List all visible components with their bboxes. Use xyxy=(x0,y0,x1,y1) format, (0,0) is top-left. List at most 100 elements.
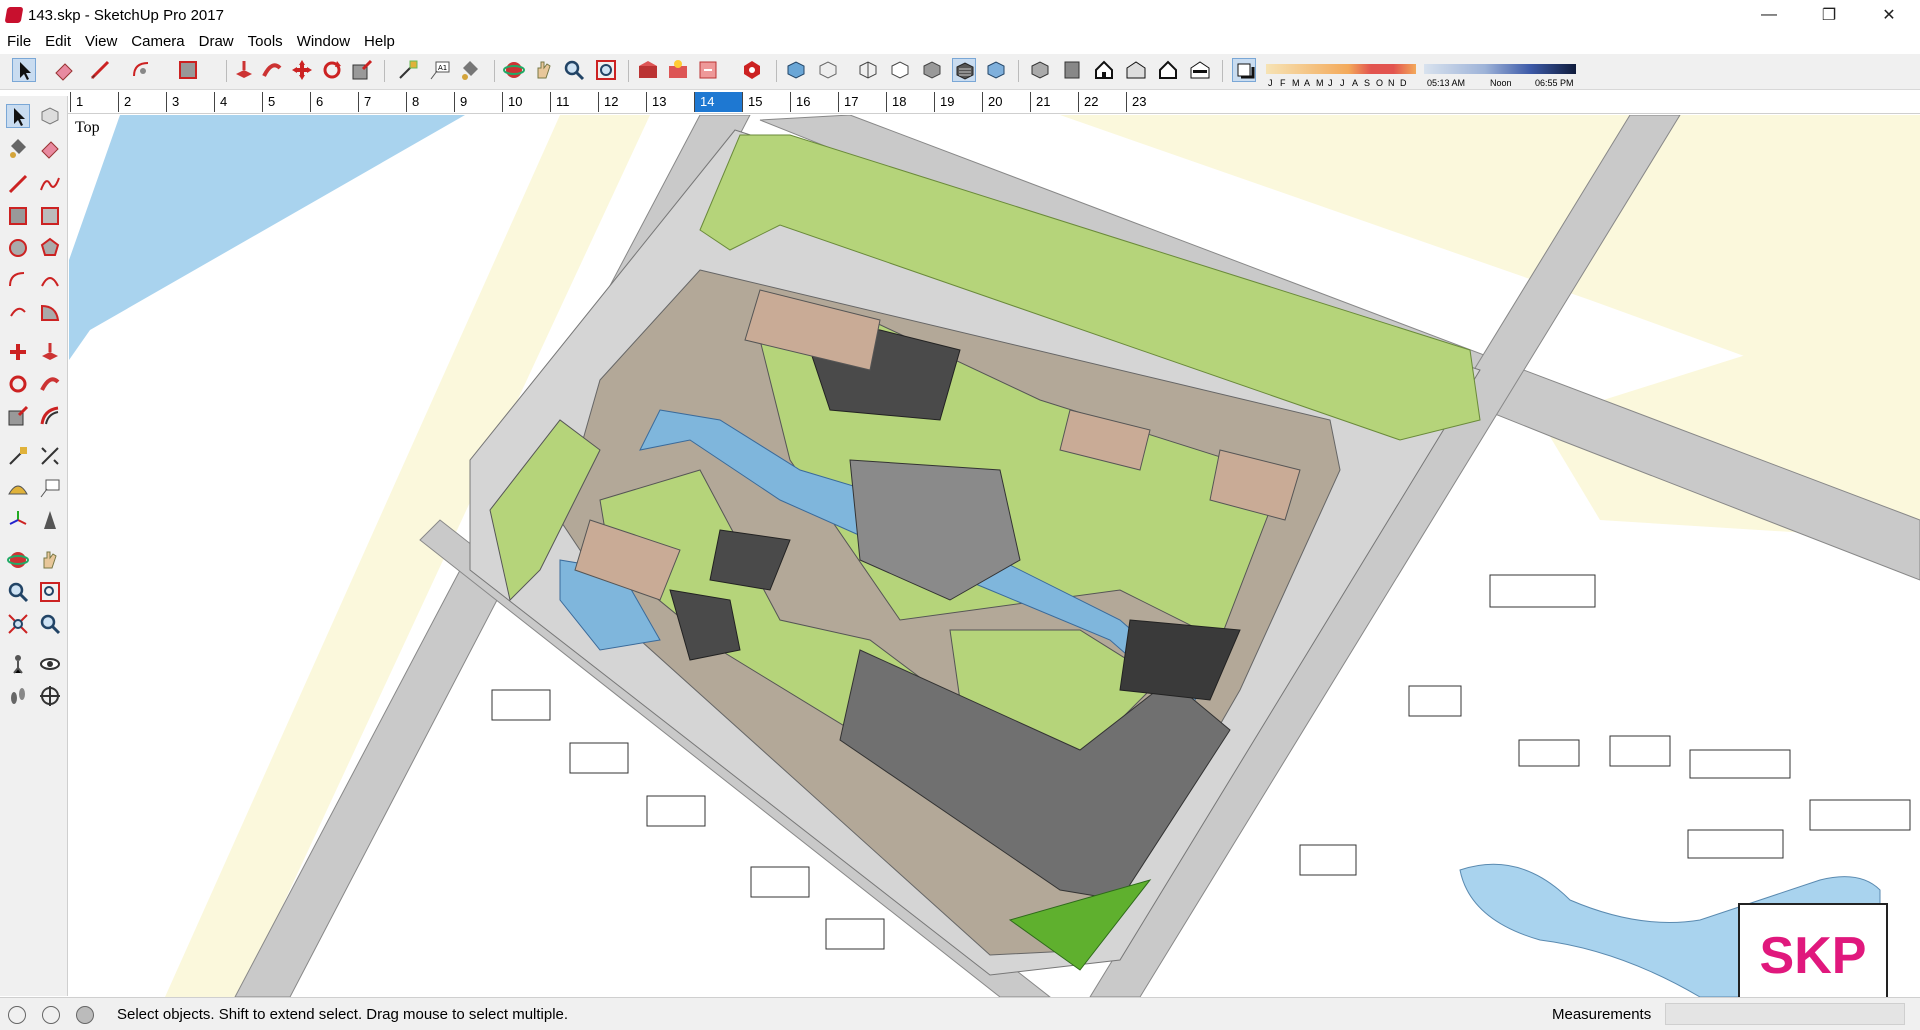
line-tool-icon[interactable] xyxy=(88,58,112,82)
rectangle-tool-icon[interactable] xyxy=(176,58,200,82)
scale-tool-icon[interactable] xyxy=(350,58,374,82)
rotate-tool-icon[interactable] xyxy=(320,58,344,82)
eraser-tool-icon[interactable] xyxy=(52,58,76,82)
shaded-style-icon[interactable] xyxy=(920,58,944,82)
zoom-tool-icon[interactable] xyxy=(562,58,586,82)
dimension-tool-icon[interactable] xyxy=(38,444,62,468)
two-point-arc-tool-icon[interactable] xyxy=(38,268,62,292)
pan-tool-icon[interactable] xyxy=(38,548,62,572)
circle-tool-icon[interactable] xyxy=(6,236,30,260)
scene-tab-15[interactable]: 15 xyxy=(742,92,790,112)
iso-view-icon[interactable] xyxy=(1028,58,1052,82)
model-viewport[interactable]: Top xyxy=(69,115,1920,997)
scene-tab-22[interactable]: 22 xyxy=(1078,92,1126,112)
offset-tool-icon[interactable] xyxy=(38,404,62,428)
move-tool-icon[interactable] xyxy=(6,340,30,364)
menu-view[interactable]: View xyxy=(78,30,124,54)
scene-tab-20[interactable]: 20 xyxy=(982,92,1030,112)
paint-bucket-tool-icon[interactable] xyxy=(6,136,30,160)
zoom-extents-tool-icon[interactable] xyxy=(6,612,30,636)
maximize-button[interactable]: ❐ xyxy=(1806,0,1852,30)
rotate-tool-icon[interactable] xyxy=(6,372,30,396)
push-pull-tool-icon[interactable] xyxy=(38,340,62,364)
scene-tab-11[interactable]: 11 xyxy=(550,92,598,112)
hidden-line-style-icon[interactable] xyxy=(888,58,912,82)
rotated-rectangle-tool-icon[interactable] xyxy=(38,204,62,228)
text-tool-icon[interactable]: A1 xyxy=(428,58,452,82)
section-plane-icon[interactable] xyxy=(38,684,62,708)
scene-tab-19[interactable]: 19 xyxy=(934,92,982,112)
menu-camera[interactable]: Camera xyxy=(124,30,191,54)
menu-edit[interactable]: Edit xyxy=(38,30,78,54)
extension-warehouse-icon[interactable] xyxy=(740,58,764,82)
orbit-tool-icon[interactable] xyxy=(6,548,30,572)
scene-tab-21[interactable]: 21 xyxy=(1030,92,1078,112)
orbit-tool-icon[interactable] xyxy=(502,58,526,82)
menu-file[interactable]: File xyxy=(0,30,38,54)
3d-text-tool-icon[interactable] xyxy=(38,508,62,532)
freehand-tool-icon[interactable] xyxy=(38,172,62,196)
user-account-icon[interactable] xyxy=(76,1006,94,1024)
scene-tab-18[interactable]: 18 xyxy=(886,92,934,112)
share-component-icon[interactable] xyxy=(696,58,720,82)
shadows-toggle-icon[interactable] xyxy=(1232,58,1256,82)
scene-tab-17[interactable]: 17 xyxy=(838,92,886,112)
left-view-icon[interactable] xyxy=(1188,58,1212,82)
eraser-tool-icon[interactable] xyxy=(38,136,62,160)
wireframe-style-icon[interactable] xyxy=(856,58,880,82)
menu-tools[interactable]: Tools xyxy=(241,30,290,54)
geo-location-icon[interactable] xyxy=(8,1006,26,1024)
scene-tab-3[interactable]: 3 xyxy=(166,92,214,112)
shadow-date-slider[interactable]: J F M A M J J A S O N D xyxy=(1266,58,1416,88)
zoom-tool-icon[interactable] xyxy=(6,580,30,604)
scene-tab-23[interactable]: 23 xyxy=(1126,92,1174,112)
close-button[interactable]: ✕ xyxy=(1866,0,1912,30)
warehouse-icon[interactable] xyxy=(636,58,660,82)
shadow-time-slider[interactable]: 05:13 AM Noon 06:55 PM xyxy=(1424,58,1576,88)
scene-tab-6[interactable]: 6 xyxy=(310,92,358,112)
move-tool-icon[interactable] xyxy=(290,58,314,82)
share-model-icon[interactable] xyxy=(666,58,690,82)
text-tool-icon[interactable] xyxy=(38,476,62,500)
menu-draw[interactable]: Draw xyxy=(192,30,241,54)
scene-tab-9[interactable]: 9 xyxy=(454,92,502,112)
zoom-window-tool-icon[interactable] xyxy=(38,580,62,604)
tape-measure-tool-icon[interactable] xyxy=(396,58,420,82)
select-tool-icon[interactable] xyxy=(6,104,30,128)
scene-tab-5[interactable]: 5 xyxy=(262,92,310,112)
measurements-input[interactable] xyxy=(1665,1003,1905,1025)
scene-tab-8[interactable]: 8 xyxy=(406,92,454,112)
axes-tool-icon[interactable] xyxy=(6,508,30,532)
scene-tab-13[interactable]: 13 xyxy=(646,92,694,112)
polygon-tool-icon[interactable] xyxy=(38,236,62,260)
arc-tool-icon[interactable] xyxy=(6,268,30,292)
pie-tool-icon[interactable] xyxy=(38,300,62,324)
scene-tab-2[interactable]: 2 xyxy=(118,92,166,112)
make-component-icon[interactable] xyxy=(38,104,62,128)
line-tool-icon[interactable] xyxy=(6,172,30,196)
walk-footprints-icon[interactable] xyxy=(6,684,30,708)
scale-tool-icon[interactable] xyxy=(6,404,30,428)
xray-style-icon[interactable] xyxy=(784,58,808,82)
pan-tool-icon[interactable] xyxy=(532,58,556,82)
scene-tab-1[interactable]: 1 xyxy=(70,92,118,112)
zoom-extents-tool-icon[interactable] xyxy=(594,58,618,82)
scene-tab-14[interactable]: 14 xyxy=(694,92,742,112)
front-view-icon[interactable] xyxy=(1092,58,1116,82)
previous-view-icon[interactable] xyxy=(38,612,62,636)
rectangle-tool-icon[interactable] xyxy=(6,204,30,228)
three-point-arc-tool-icon[interactable] xyxy=(6,300,30,324)
scene-tab-10[interactable]: 10 xyxy=(502,92,550,112)
scene-tab-4[interactable]: 4 xyxy=(214,92,262,112)
right-view-icon[interactable] xyxy=(1124,58,1148,82)
position-camera-icon[interactable] xyxy=(6,652,30,676)
top-view-icon[interactable] xyxy=(1060,58,1084,82)
menu-help[interactable]: Help xyxy=(357,30,402,54)
arc-tool-icon[interactable] xyxy=(130,58,154,82)
push-pull-tool-icon[interactable] xyxy=(232,58,256,82)
monochrome-style-icon[interactable] xyxy=(984,58,1008,82)
scene-tab-12[interactable]: 12 xyxy=(598,92,646,112)
back-view-icon[interactable] xyxy=(1156,58,1180,82)
select-tool-icon[interactable] xyxy=(12,58,36,82)
back-edges-style-icon[interactable] xyxy=(816,58,840,82)
